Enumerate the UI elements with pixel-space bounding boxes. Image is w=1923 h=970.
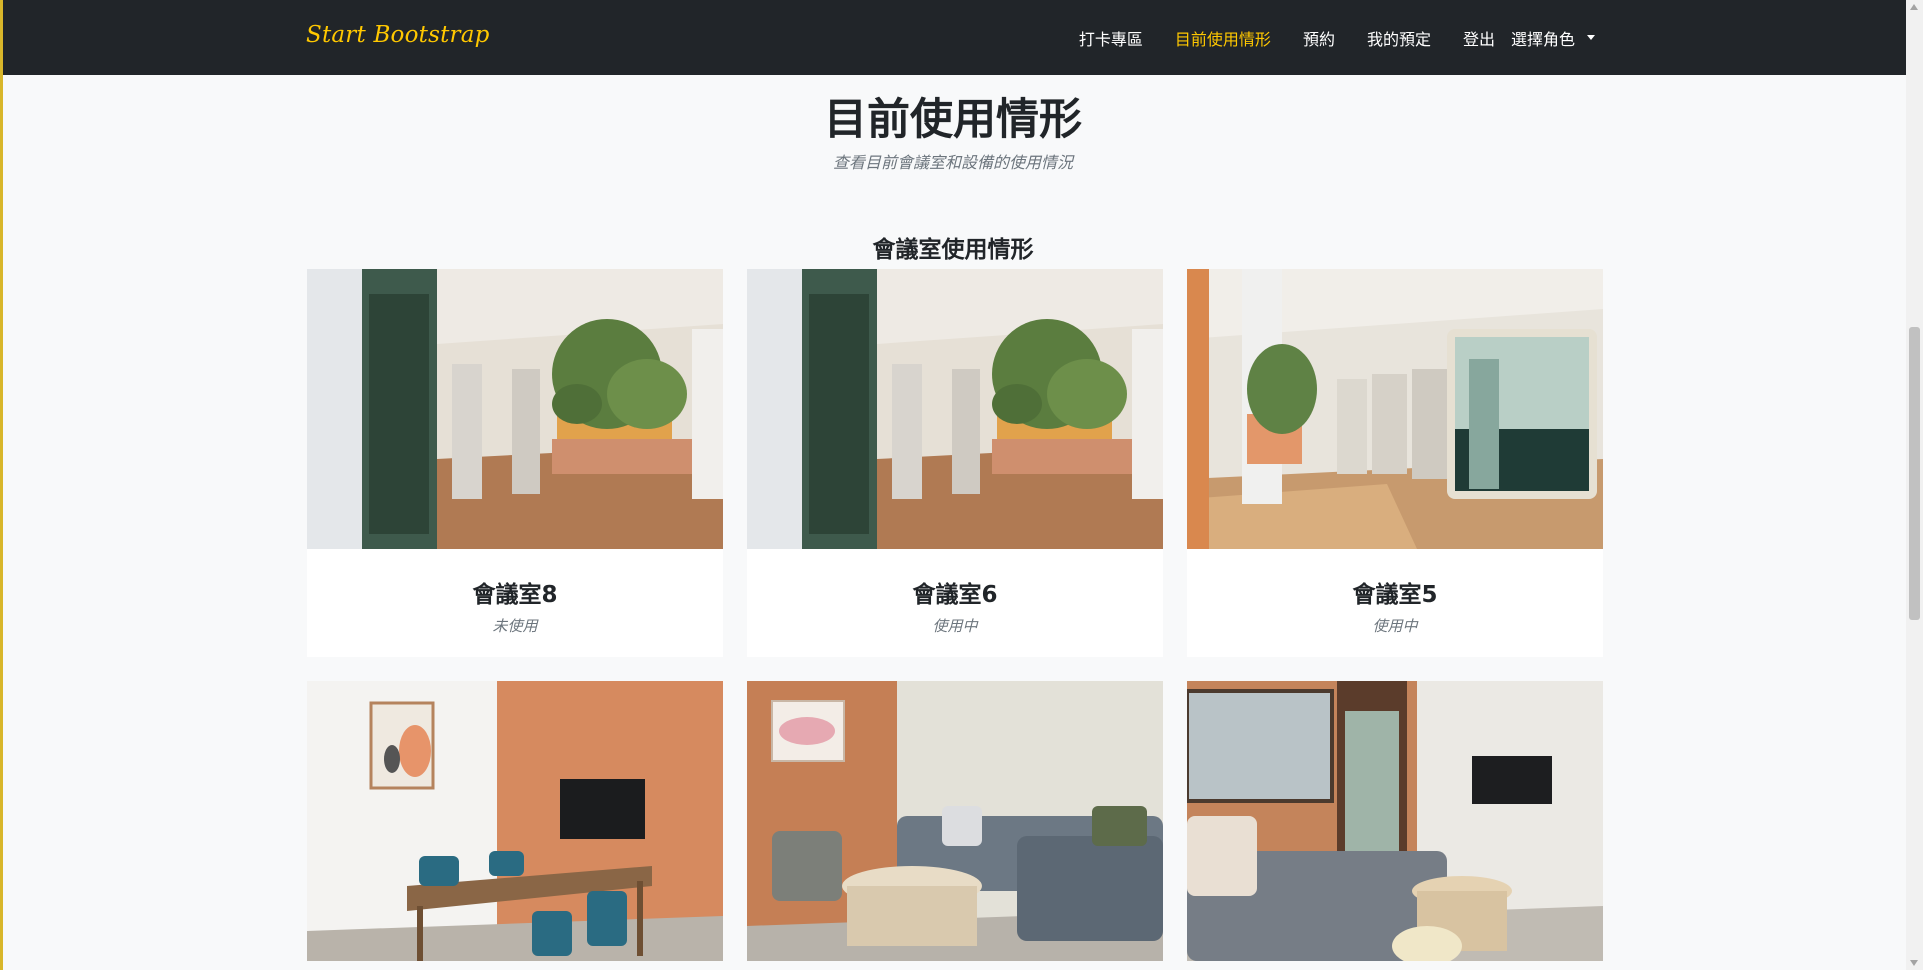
scroll-up-arrow-icon[interactable] bbox=[1910, 4, 1918, 10]
brand-logo[interactable]: Start Bootstrap bbox=[306, 22, 490, 48]
room-status: 未使用 bbox=[492, 617, 538, 635]
nav-link-reserve[interactable]: 預約 bbox=[1303, 26, 1335, 50]
room-photo bbox=[307, 681, 723, 961]
main-content: 目前使用情形 查看目前會議室和設備的使用情況 會議室使用情形 會議室8 未使用 … bbox=[0, 75, 1906, 970]
left-edge-accent bbox=[0, 0, 3, 970]
nav-links: 打卡專區 目前使用情形 預約 我的預定 登出 選擇角色 bbox=[1047, 0, 1595, 75]
top-navbar: Start Bootstrap 打卡專區 目前使用情形 預約 我的預定 登出 選… bbox=[0, 0, 1906, 75]
room-card-body: 會議室8 未使用 bbox=[307, 549, 723, 657]
role-dropdown[interactable]: 選擇角色 bbox=[1511, 26, 1595, 50]
scrollbar-thumb[interactable] bbox=[1909, 327, 1920, 620]
section-title: 會議室使用情形 bbox=[872, 237, 1034, 263]
room-card[interactable] bbox=[747, 681, 1163, 961]
room-photo bbox=[747, 269, 1163, 549]
page-subtitle: 查看目前會議室和設備的使用情況 bbox=[832, 153, 1073, 172]
nav-link-logout[interactable]: 登出 bbox=[1463, 26, 1495, 50]
room-photo bbox=[747, 681, 1163, 961]
nav-link-current-usage[interactable]: 目前使用情形 bbox=[1175, 26, 1271, 50]
room-card[interactable] bbox=[1187, 681, 1603, 961]
caret-down-icon bbox=[1587, 35, 1595, 40]
role-dropdown-label: 選擇角色 bbox=[1510, 29, 1575, 49]
room-card-body: 會議室6 使用中 bbox=[747, 549, 1163, 657]
room-name: 會議室5 bbox=[1352, 582, 1438, 608]
scroll-down-arrow-icon[interactable] bbox=[1910, 960, 1918, 966]
room-status: 使用中 bbox=[1372, 617, 1418, 635]
room-name: 會議室6 bbox=[912, 582, 998, 608]
room-card-8[interactable]: 會議室8 未使用 bbox=[307, 269, 723, 657]
vertical-scrollbar[interactable] bbox=[1906, 0, 1923, 970]
page-title: 目前使用情形 bbox=[824, 95, 1082, 145]
room-photo bbox=[1187, 269, 1603, 549]
nav-link-my-bookings[interactable]: 我的預定 bbox=[1367, 26, 1431, 50]
room-name: 會議室8 bbox=[472, 582, 558, 608]
room-card[interactable] bbox=[307, 681, 723, 961]
room-card-body: 會議室5 使用中 bbox=[1187, 549, 1603, 657]
room-status: 使用中 bbox=[932, 617, 978, 635]
nav-link-checkin[interactable]: 打卡專區 bbox=[1079, 26, 1143, 50]
room-card-6[interactable]: 會議室6 使用中 bbox=[747, 269, 1163, 657]
room-card-5[interactable]: 會議室5 使用中 bbox=[1187, 269, 1603, 657]
room-photo bbox=[1187, 681, 1603, 961]
room-photo bbox=[307, 269, 723, 549]
